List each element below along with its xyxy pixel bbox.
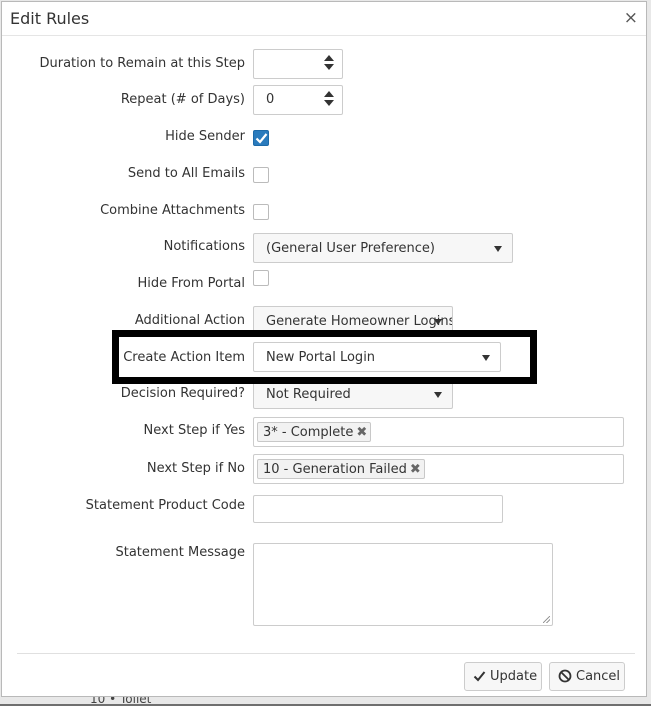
create-action-item-value: New Portal Login (266, 350, 376, 365)
chevron-down-icon (434, 319, 442, 325)
decision-required-value: Not Required (266, 387, 351, 402)
hide-portal-label: Hide From Portal (137, 276, 245, 291)
next-step-no-tag: 10 - Generation Failed ✖ (257, 459, 425, 479)
remove-tag-icon[interactable]: ✖ (356, 423, 367, 442)
product-code-label: Statement Product Code (85, 498, 245, 513)
cancel-label: Cancel (576, 669, 621, 684)
next-step-no-input[interactable]: 10 - Generation Failed ✖ (253, 454, 624, 484)
next-step-yes-label: Next Step if Yes (143, 423, 245, 438)
notifications-label: Notifications (163, 239, 245, 254)
combine-attachments-checkbox[interactable] (253, 204, 269, 220)
next-step-yes-tag: 3* - Complete ✖ (257, 422, 372, 442)
chevron-down-icon (482, 355, 490, 361)
product-code-input[interactable] (253, 495, 503, 523)
footer-divider (17, 653, 635, 654)
check-icon (255, 133, 268, 144)
create-action-item-label: Create Action Item (123, 350, 245, 365)
repeat-label: Repeat (# of Days) (120, 92, 245, 107)
repeat-stepper[interactable]: 0 (253, 85, 343, 115)
resize-grip-icon[interactable] (543, 616, 550, 623)
send-all-label: Send to All Emails (127, 166, 245, 181)
dialog-header: Edit Rules × (2, 2, 646, 36)
create-action-item-select[interactable]: New Portal Login (253, 342, 501, 372)
statement-message-textarea[interactable] (253, 543, 553, 626)
notifications-value: (General User Preference) (266, 241, 435, 256)
next-step-yes-input[interactable]: 3* - Complete ✖ (253, 417, 624, 447)
statement-message-label: Statement Message (115, 545, 245, 560)
duration-label: Duration to Remain at this Step (39, 56, 246, 71)
close-icon[interactable]: × (624, 10, 638, 27)
chevron-down-icon (434, 392, 442, 398)
repeat-value: 0 (266, 92, 275, 107)
ban-icon (558, 669, 572, 683)
send-all-checkbox[interactable] (253, 167, 269, 183)
remove-tag-icon[interactable]: ✖ (410, 460, 421, 479)
check-icon (473, 671, 486, 682)
edit-rules-dialog: Edit Rules × Duration to Remain at this … (1, 1, 647, 697)
stepper-arrows-icon[interactable] (324, 91, 334, 109)
combine-attachments-label: Combine Attachments (100, 203, 245, 218)
decision-required-label: Decision Required? (120, 386, 245, 401)
cancel-button[interactable]: Cancel (549, 662, 625, 691)
additional-action-value: Generate Homeowner Logins (266, 314, 453, 329)
notifications-select[interactable]: (General User Preference) (253, 233, 513, 263)
update-label: Update (490, 669, 538, 684)
dialog-title: Edit Rules (10, 9, 90, 28)
update-button[interactable]: Update (464, 662, 542, 691)
stepper-arrows-icon[interactable] (324, 55, 334, 73)
next-step-no-tag-label: 10 - Generation Failed (263, 462, 407, 477)
chevron-down-icon (494, 246, 502, 252)
hide-sender-checkbox[interactable] (253, 130, 269, 146)
next-step-yes-tag-label: 3* - Complete (263, 425, 354, 440)
duration-stepper[interactable] (253, 49, 343, 79)
hide-portal-checkbox[interactable] (253, 270, 269, 286)
additional-action-label: Additional Action (134, 313, 245, 328)
hide-sender-label: Hide Sender (165, 129, 245, 144)
next-step-no-label: Next Step if No (146, 461, 245, 476)
